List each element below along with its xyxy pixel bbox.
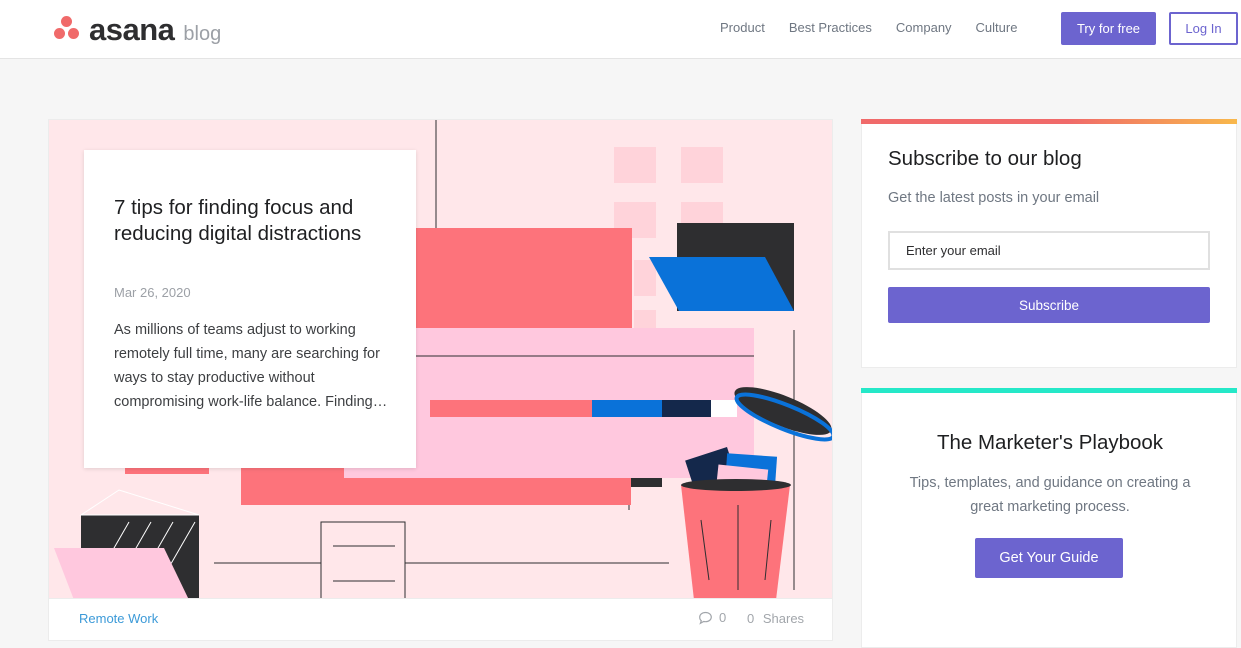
comments-counter[interactable]: 0 (698, 610, 726, 625)
playbook-description: Tips, templates, and guidance on creatin… (909, 475, 1191, 515)
email-field[interactable] (888, 231, 1210, 270)
logo-wordmark: asana (89, 12, 175, 47)
log-in-button[interactable]: Log In (1169, 12, 1238, 45)
article-tag-link[interactable]: Remote Work (79, 611, 158, 626)
subscribe-title: Subscribe to our blog (888, 147, 1082, 170)
shares-count: 0 (747, 611, 755, 626)
nav-culture[interactable]: Culture (976, 20, 1018, 35)
subscribe-button[interactable]: Subscribe (888, 287, 1210, 323)
playbook-accent-bar (861, 388, 1237, 393)
article-date: Mar 26, 2020 (114, 285, 191, 300)
asana-dots-icon (51, 15, 83, 45)
asana-logo[interactable]: asana blog (51, 12, 222, 47)
nav-product[interactable]: Product (720, 20, 765, 35)
article-footer: Remote Work 0 0 Shares (49, 598, 832, 640)
subscribe-accent-bar (861, 119, 1237, 124)
get-your-guide-button[interactable]: Get Your Guide (975, 538, 1123, 578)
article-summary-panel: 7 tips for finding focus and reducing di… (84, 150, 416, 468)
marketers-playbook-card: The Marketer's Playbook Tips, templates,… (861, 388, 1237, 648)
article-excerpt: As millions of teams adjust to working r… (114, 322, 388, 410)
playbook-title: The Marketer's Playbook (936, 431, 1164, 454)
logo-blog-suffix: blog (183, 22, 222, 45)
main-nav: Product Best Practices Company Culture (720, 20, 1041, 35)
featured-article-card[interactable]: 7 tips for finding focus and reducing di… (48, 119, 833, 641)
subscribe-card: Subscribe to our blog Get the latest pos… (861, 119, 1237, 368)
nav-company[interactable]: Company (896, 20, 952, 35)
article-title[interactable]: 7 tips for finding focus and reducing di… (114, 195, 394, 247)
comments-count: 0 (719, 610, 727, 625)
shares-counter: 0 Shares (747, 611, 804, 626)
shares-label: Shares (762, 611, 805, 626)
nav-best-practices[interactable]: Best Practices (789, 20, 872, 35)
speech-bubble-icon (699, 611, 712, 625)
subscribe-description: Get the latest posts in your email (888, 190, 1100, 206)
try-for-free-button[interactable]: Try for free (1061, 12, 1156, 45)
site-header: asana blog Product Best Practices Compan… (0, 0, 1241, 59)
